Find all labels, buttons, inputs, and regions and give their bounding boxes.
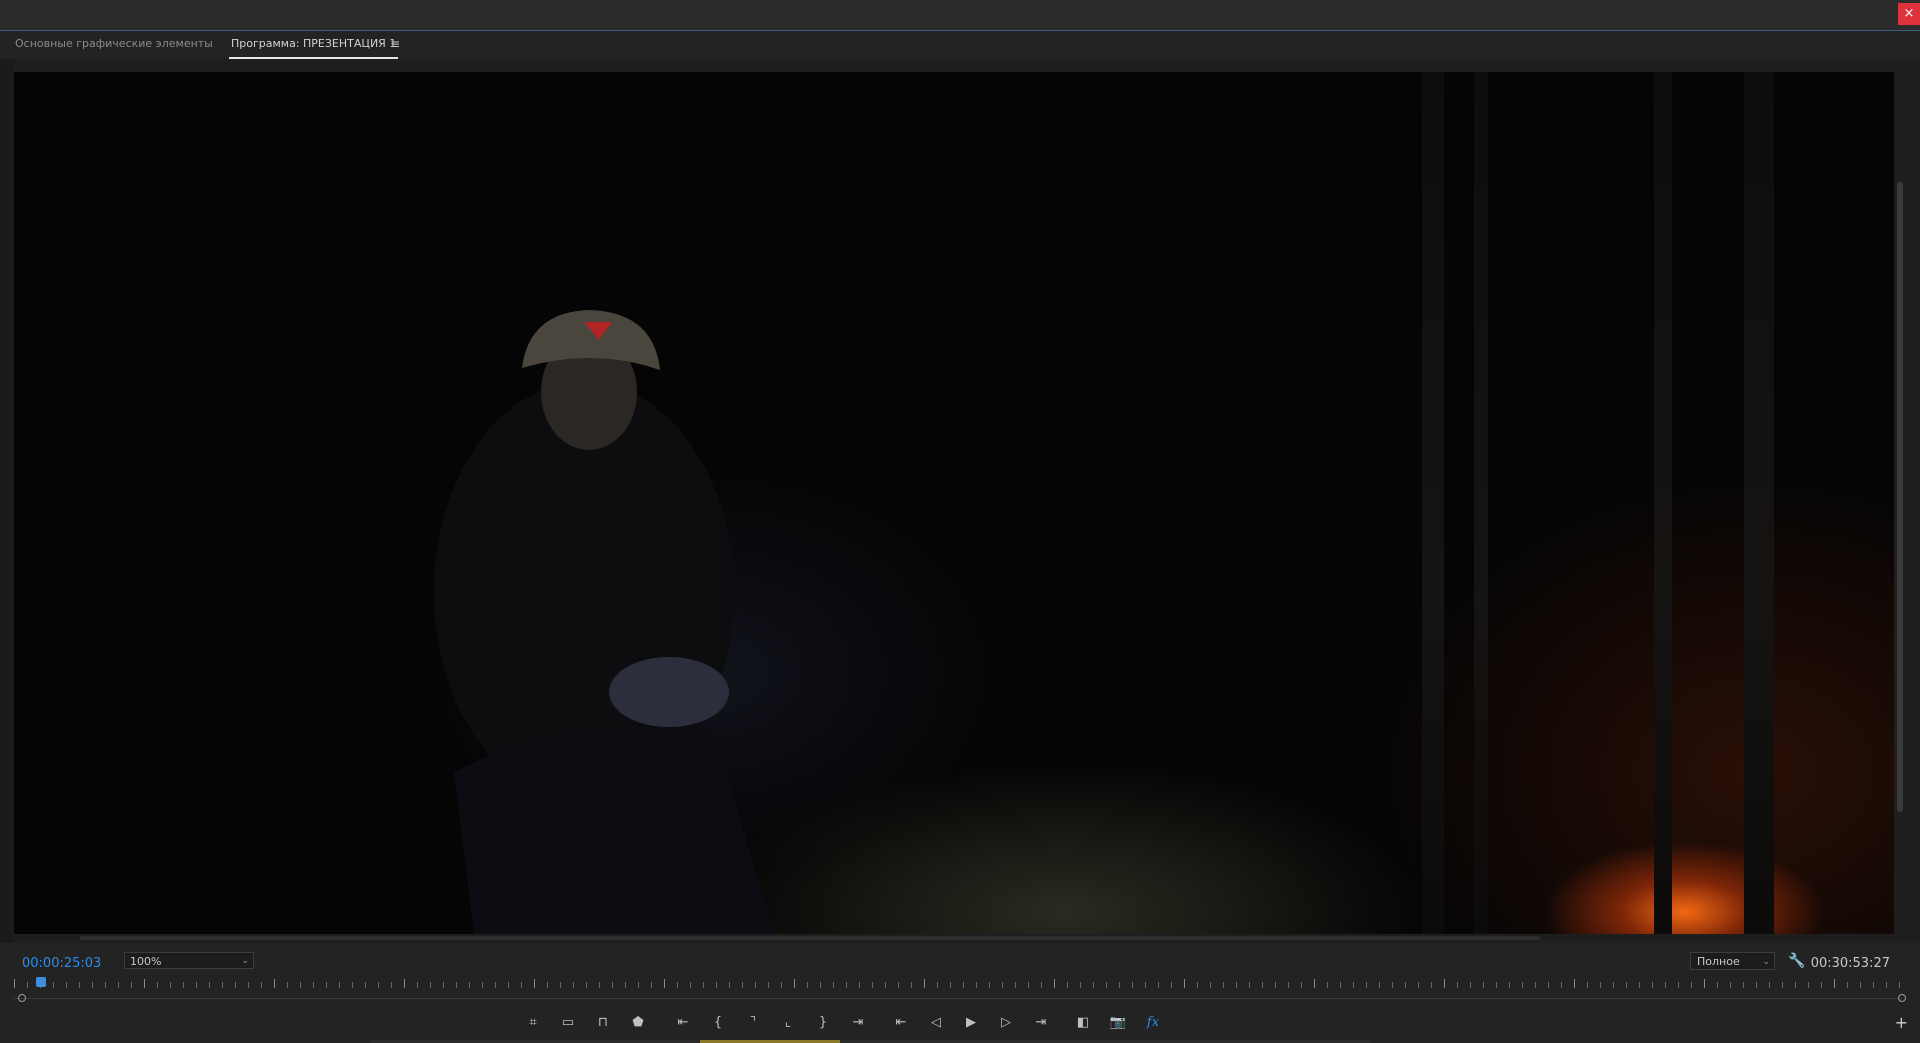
- ruler-major-ticks: [14, 979, 1906, 988]
- add-button-icon[interactable]: +: [1895, 1011, 1908, 1035]
- close-button[interactable]: ×: [1898, 3, 1920, 25]
- duration-timecode: 00:30:53:27: [1810, 956, 1890, 971]
- play-icon[interactable]: ▶: [960, 1011, 982, 1035]
- time-ruler[interactable]: [14, 977, 1906, 989]
- panel-tab-bar: Основные графические элементы Программа:…: [0, 31, 1920, 59]
- mark-out-icon[interactable]: }: [812, 1011, 834, 1035]
- tab-program-monitor[interactable]: Программа: ПРЕЗЕНТАЦИЯ 1: [229, 31, 399, 59]
- overlay-icon[interactable]: ▭: [557, 1011, 579, 1035]
- go-to-out-icon[interactable]: ⇥: [1030, 1011, 1052, 1035]
- zoom-handle-right[interactable]: [1898, 994, 1906, 1002]
- mark-out-left-icon[interactable]: ⌝: [742, 1011, 764, 1035]
- go-to-in-edit-icon[interactable]: ⇤: [672, 1011, 694, 1035]
- go-to-in-icon[interactable]: ⇤: [890, 1011, 912, 1035]
- step-forward-icon[interactable]: ▷: [995, 1011, 1017, 1035]
- comparison-view-icon[interactable]: ◧: [1072, 1011, 1094, 1035]
- step-back-icon[interactable]: ◁: [925, 1011, 947, 1035]
- playhead[interactable]: [36, 977, 46, 987]
- horizontal-scroll-thumb[interactable]: [80, 936, 1540, 940]
- vertical-scrollbar[interactable]: [1895, 72, 1905, 934]
- go-to-out-edit-icon[interactable]: ⇥: [847, 1011, 869, 1035]
- vertical-scroll-thumb[interactable]: [1897, 182, 1903, 812]
- video-figure: [434, 310, 774, 934]
- wrench-icon[interactable]: 🔧: [1788, 952, 1805, 970]
- safe-margins-icon[interactable]: ⌗: [522, 1011, 544, 1035]
- panel-edge: [0, 59, 14, 943]
- tab-essential-graphics[interactable]: Основные графические элементы: [13, 31, 215, 57]
- zoom-level-value: 100%: [130, 955, 162, 968]
- export-frame-icon[interactable]: 📷: [1107, 1011, 1129, 1035]
- panel-menu-icon[interactable]: ≡: [390, 31, 400, 57]
- effects-icon[interactable]: fx: [1142, 1011, 1164, 1035]
- playback-resolution-select[interactable]: Полное ⌄: [1690, 952, 1775, 970]
- zoom-level-select[interactable]: 100% ⌄: [124, 952, 254, 969]
- mark-clip-icon[interactable]: ⌞: [777, 1011, 799, 1035]
- chevron-down-icon: ⌄: [1762, 957, 1770, 967]
- zoom-handle-left[interactable]: [18, 994, 26, 1002]
- playback-resolution-value: Полное: [1697, 955, 1740, 968]
- captions-icon[interactable]: ⊓: [592, 1011, 614, 1035]
- program-video-frame[interactable]: [14, 72, 1894, 934]
- mark-in-icon[interactable]: {: [707, 1011, 729, 1035]
- zoom-scroll-track[interactable]: [14, 998, 1902, 999]
- add-marker-icon[interactable]: ⬟: [627, 1011, 649, 1035]
- current-timecode[interactable]: 00:00:25:03: [22, 956, 101, 971]
- title-bar: ×: [0, 0, 1920, 31]
- chevron-down-icon: ⌄: [241, 956, 249, 966]
